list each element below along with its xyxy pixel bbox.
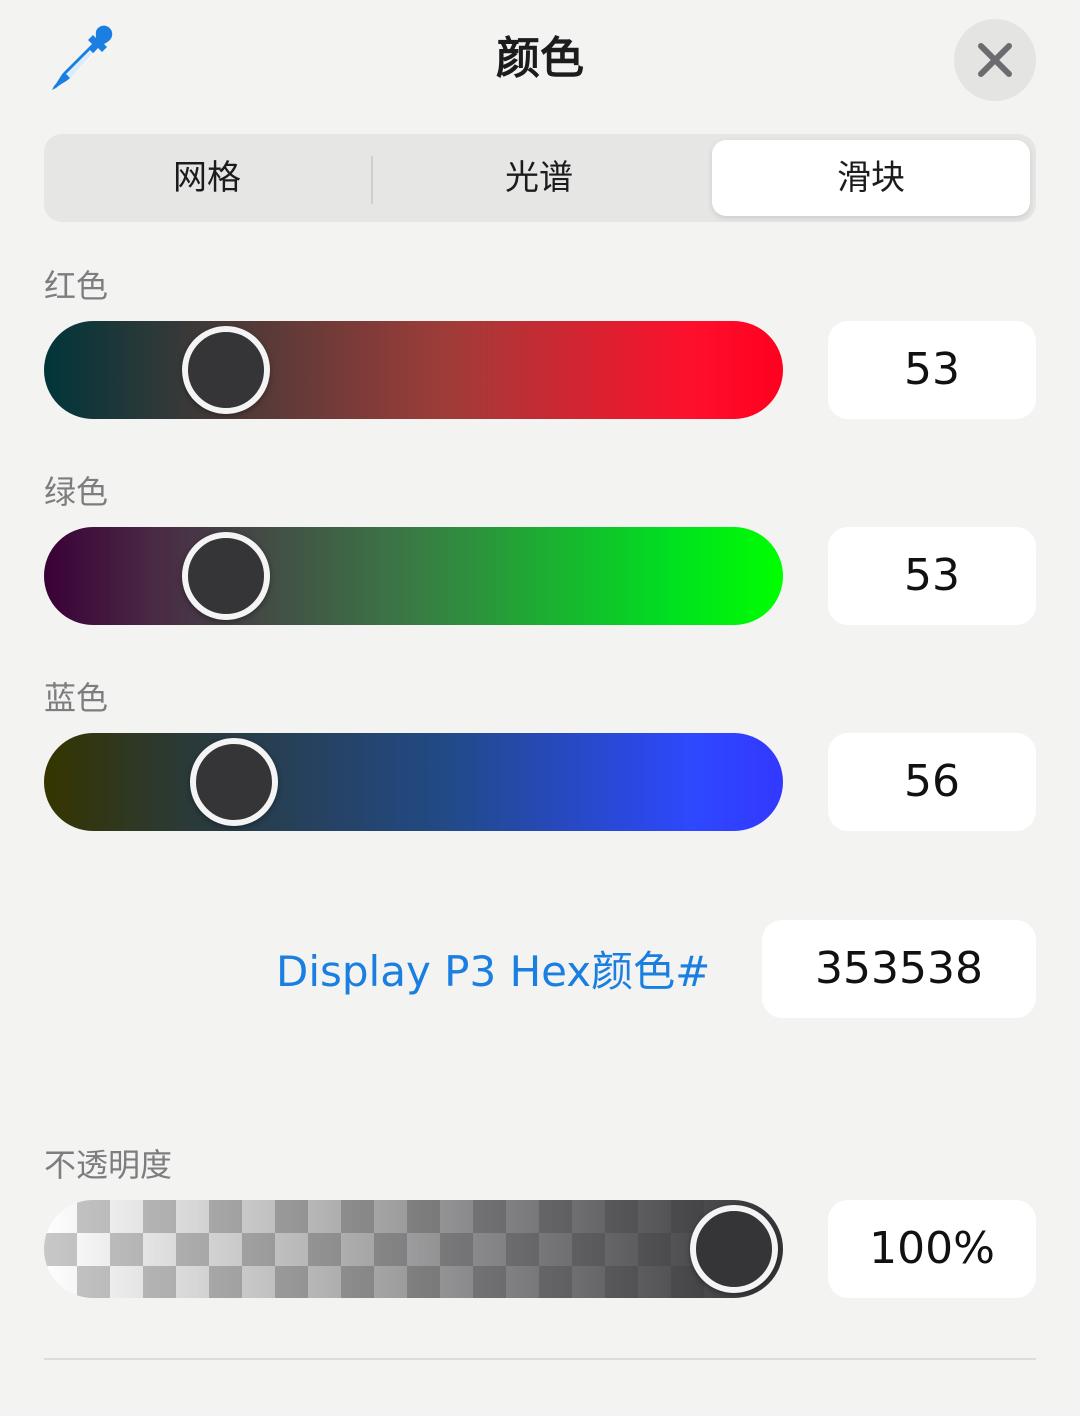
green-slider-thumb[interactable] bbox=[182, 532, 271, 620]
close-icon bbox=[978, 43, 1012, 77]
bottom-divider bbox=[44, 1358, 1036, 1360]
tab-spectrum[interactable]: 光谱 bbox=[374, 140, 704, 216]
red-label: 红色 bbox=[44, 267, 109, 305]
blue-slider-thumb[interactable] bbox=[189, 738, 278, 826]
red-slider-track[interactable] bbox=[44, 321, 783, 419]
hex-color-label[interactable]: Display P3 Hex颜色# bbox=[276, 940, 710, 1004]
color-picker-panel: 颜色 网格 光谱 滑块 红色 53 绿色 53 蓝色 56 Display P3… bbox=[0, 0, 1080, 1416]
close-button[interactable] bbox=[954, 19, 1036, 101]
blue-label: 蓝色 bbox=[44, 679, 109, 717]
green-slider-track[interactable] bbox=[44, 527, 783, 625]
blue-slider-track[interactable] bbox=[44, 733, 783, 831]
panel-title: 颜色 bbox=[496, 33, 584, 84]
tab-grid[interactable]: 网格 bbox=[48, 140, 366, 216]
red-value-field[interactable]: 53 bbox=[828, 321, 1036, 419]
green-label: 绿色 bbox=[44, 473, 109, 511]
opacity-value-field[interactable]: 100% bbox=[828, 1200, 1036, 1298]
hex-value-field[interactable]: 353538 bbox=[762, 920, 1036, 1018]
green-value-field[interactable]: 53 bbox=[828, 527, 1036, 625]
blue-value-field[interactable]: 56 bbox=[828, 733, 1036, 831]
segment-divider bbox=[371, 156, 373, 204]
opacity-slider-thumb[interactable] bbox=[690, 1205, 778, 1293]
tab-sliders[interactable]: 滑块 bbox=[712, 140, 1030, 216]
mode-segmented-control: 网格 光谱 滑块 bbox=[44, 134, 1036, 222]
opacity-slider-track[interactable] bbox=[44, 1200, 783, 1298]
opacity-label: 不透明度 bbox=[44, 1146, 173, 1184]
red-slider-thumb[interactable] bbox=[182, 326, 271, 414]
